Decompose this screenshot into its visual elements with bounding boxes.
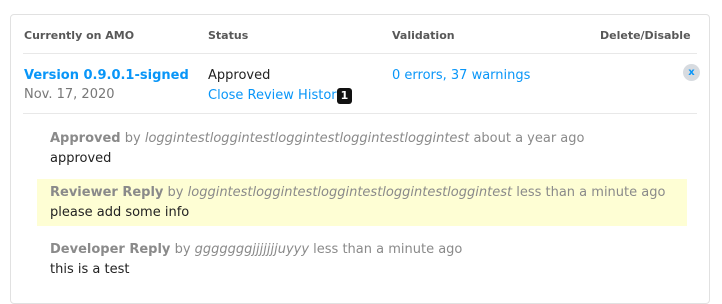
history-comment: please add some info	[50, 205, 190, 220]
history-comment: approved	[50, 151, 112, 166]
history-entry-meta: Reviewer Reply by loggintestloggintestlo…	[50, 185, 674, 200]
history-action: Approved	[50, 131, 121, 146]
history-entry-reviewer-reply: Reviewer Reply by loggintestloggintestlo…	[37, 179, 687, 226]
header-divider	[23, 53, 697, 54]
history-action: Reviewer Reply	[50, 185, 164, 200]
history-action: Developer Reply	[50, 242, 171, 257]
version-history-panel: Currently on AMO Status Validation Delet…	[10, 14, 710, 304]
validation-results-link[interactable]: 0 errors, 37 warnings	[392, 68, 530, 83]
review-count-badge: 1	[337, 88, 352, 104]
history-user: loggintestloggintestloggintestloggintest…	[187, 185, 513, 200]
history-by: by	[124, 131, 141, 146]
history-entry-meta: Approved by loggintestloggintestlogginte…	[50, 131, 687, 146]
row-divider	[23, 113, 697, 114]
history-entry-meta: Developer Reply by gggggggjjjjjjjuyyy le…	[50, 242, 687, 257]
history-by: by	[174, 242, 191, 257]
delete-version-button[interactable]: x	[683, 64, 700, 81]
history-entry-approved: Approved by loggintestloggintestlogginte…	[37, 131, 687, 166]
header-validation: Validation	[392, 29, 455, 42]
history-entry-developer-reply: Developer Reply by gggggggjjjjjjjuyyy le…	[37, 242, 687, 277]
history-user: gggggggjjjjjjjuyyy	[194, 242, 310, 257]
version-date: Nov. 17, 2020	[24, 87, 115, 102]
history-time: about a year ago	[473, 131, 585, 146]
history-comment: this is a test	[50, 262, 130, 277]
header-delete-disable: Delete/Disable	[600, 29, 691, 42]
header-status: Status	[208, 29, 249, 42]
version-status: Approved	[208, 68, 271, 83]
header-currently-on-amo: Currently on AMO	[24, 29, 135, 42]
version-link[interactable]: Version 0.9.0.1-signed	[24, 68, 189, 83]
history-time: less than a minute ago	[313, 242, 463, 257]
history-user: loggintestloggintestloggintestloggintest…	[144, 131, 470, 146]
close-review-history-link[interactable]: Close Review History	[208, 88, 344, 103]
history-by: by	[167, 185, 184, 200]
history-time: less than a minute ago	[516, 185, 666, 200]
